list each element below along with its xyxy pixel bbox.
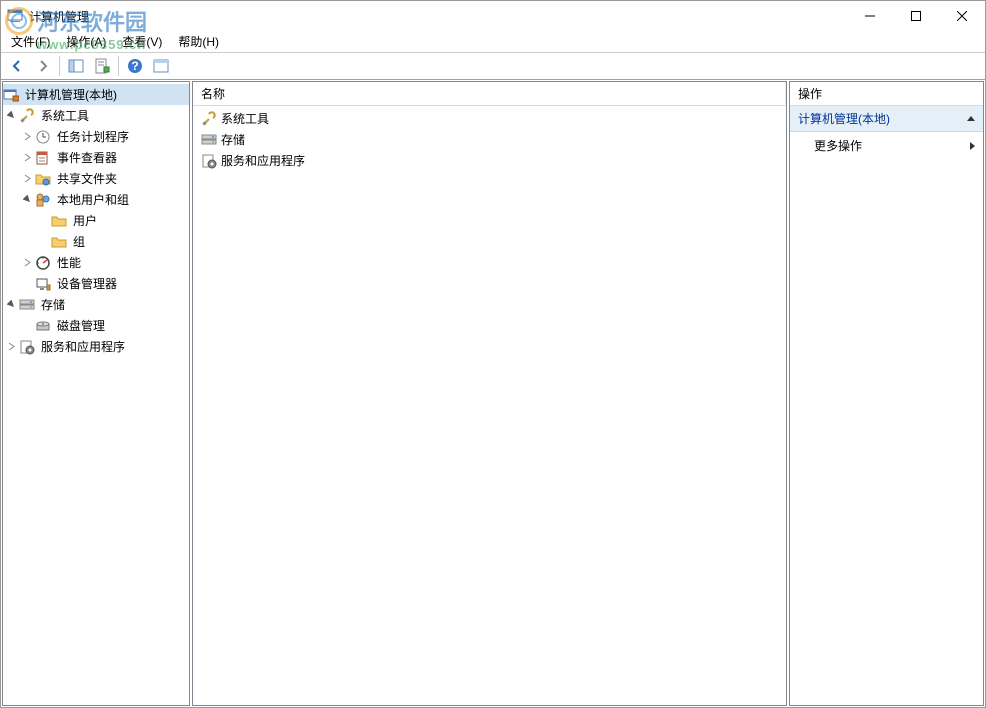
tree-pane: 计算机管理(本地) 系统工具 任务计划程序 事件查看器 (2, 81, 190, 706)
list-body: 系统工具 存储 服务和应用程序 (193, 106, 786, 705)
services-icon (19, 339, 35, 355)
expand-icon[interactable] (19, 255, 35, 271)
tree-performance-label: 性能 (54, 253, 84, 272)
list-item-label: 存储 (221, 131, 245, 148)
storage-icon (19, 297, 35, 313)
svg-text:?: ? (131, 59, 138, 73)
tree-root[interactable]: 计算机管理(本地) (3, 84, 189, 105)
disk-icon (35, 318, 51, 334)
tree-shared-folders[interactable]: 共享文件夹 (3, 168, 189, 189)
tree-event-viewer-label: 事件查看器 (54, 148, 120, 167)
tree-shared-folders-label: 共享文件夹 (54, 169, 120, 188)
expand-icon[interactable] (19, 150, 35, 166)
collapse-icon[interactable] (19, 192, 35, 208)
performance-icon (35, 255, 51, 271)
action-group-label: 计算机管理(本地) (798, 110, 890, 127)
tools-icon (201, 111, 217, 127)
menu-file[interactable]: 文件(F) (3, 31, 58, 52)
list-pane: 名称 系统工具 存储 服务和应用程序 (192, 81, 787, 706)
list-item-services-apps[interactable]: 服务和应用程序 (193, 150, 786, 171)
nav-tree: 计算机管理(本地) 系统工具 任务计划程序 事件查看器 (3, 82, 189, 359)
toolbar-separator (59, 56, 60, 76)
tree-local-users-groups-label: 本地用户和组 (54, 190, 132, 209)
folder-icon (51, 213, 67, 229)
tree-groups[interactable]: 组 (3, 231, 189, 252)
properties-button[interactable] (90, 54, 114, 78)
menu-bar: 文件(F) 操作(A) 查看(V) 帮助(H) (1, 31, 985, 52)
tree-disk-management-label: 磁盘管理 (54, 316, 108, 335)
action-pane: 操作 计算机管理(本地) 更多操作 (789, 81, 984, 706)
list-item-label: 服务和应用程序 (221, 152, 305, 169)
list-item-system-tools[interactable]: 系统工具 (193, 108, 786, 129)
minimize-button[interactable] (847, 1, 893, 31)
expand-icon[interactable] (3, 339, 19, 355)
column-name[interactable]: 名称 (193, 81, 786, 106)
maximize-button[interactable] (893, 1, 939, 31)
list-item-label: 系统工具 (221, 110, 269, 127)
title-bar: 计算机管理 (1, 1, 985, 31)
action-more-label: 更多操作 (814, 137, 862, 154)
app-icon (7, 8, 23, 24)
tree-storage[interactable]: 存储 (3, 294, 189, 315)
menu-action[interactable]: 操作(A) (58, 31, 114, 52)
event-viewer-icon (35, 150, 51, 166)
submenu-arrow-icon (970, 142, 975, 150)
expand-icon[interactable] (19, 171, 35, 187)
device-manager-icon (35, 276, 51, 292)
menu-view[interactable]: 查看(V) (114, 31, 170, 52)
users-groups-icon (35, 192, 51, 208)
tree-users-label: 用户 (70, 211, 100, 230)
collapse-arrow-icon (967, 116, 975, 121)
tree-task-scheduler-label: 任务计划程序 (54, 127, 132, 146)
tree-device-manager[interactable]: 设备管理器 (3, 273, 189, 294)
collapse-icon[interactable] (3, 108, 19, 124)
shared-folder-icon (35, 171, 51, 187)
help-button[interactable]: ? (123, 54, 147, 78)
action-group-title[interactable]: 计算机管理(本地) (790, 106, 983, 132)
tree-local-users-groups[interactable]: 本地用户和组 (3, 189, 189, 210)
action-header: 操作 (790, 82, 983, 106)
tree-device-manager-label: 设备管理器 (54, 274, 120, 293)
toolbar: ? (1, 52, 985, 80)
tree-system-tools-label: 系统工具 (38, 106, 92, 125)
services-icon (201, 153, 217, 169)
forward-button[interactable] (31, 54, 55, 78)
collapse-icon[interactable] (3, 297, 19, 313)
tree-event-viewer[interactable]: 事件查看器 (3, 147, 189, 168)
expand-icon[interactable] (19, 129, 35, 145)
tree-groups-label: 组 (70, 232, 88, 251)
folder-icon (51, 234, 67, 250)
tree-disk-management[interactable]: 磁盘管理 (3, 315, 189, 336)
tree-system-tools[interactable]: 系统工具 (3, 105, 189, 126)
refresh-button[interactable] (149, 54, 173, 78)
tools-icon (19, 108, 35, 124)
tree-users[interactable]: 用户 (3, 210, 189, 231)
clock-icon (35, 129, 51, 145)
list-header: 名称 (193, 82, 786, 106)
tree-services-apps[interactable]: 服务和应用程序 (3, 336, 189, 357)
menu-help[interactable]: 帮助(H) (170, 31, 227, 52)
computer-mgmt-icon (3, 87, 19, 103)
window-title: 计算机管理 (29, 8, 847, 25)
tree-task-scheduler[interactable]: 任务计划程序 (3, 126, 189, 147)
action-more[interactable]: 更多操作 (790, 132, 983, 159)
tree-services-apps-label: 服务和应用程序 (38, 337, 128, 356)
tree-root-label: 计算机管理(本地) (22, 85, 120, 104)
show-hide-tree-button[interactable] (64, 54, 88, 78)
main-area: 计算机管理(本地) 系统工具 任务计划程序 事件查看器 (1, 80, 985, 707)
back-button[interactable] (5, 54, 29, 78)
tree-performance[interactable]: 性能 (3, 252, 189, 273)
close-button[interactable] (939, 1, 985, 31)
window-controls (847, 1, 985, 31)
tree-storage-label: 存储 (38, 295, 68, 314)
toolbar-separator (118, 56, 119, 76)
list-item-storage[interactable]: 存储 (193, 129, 786, 150)
storage-icon (201, 132, 217, 148)
